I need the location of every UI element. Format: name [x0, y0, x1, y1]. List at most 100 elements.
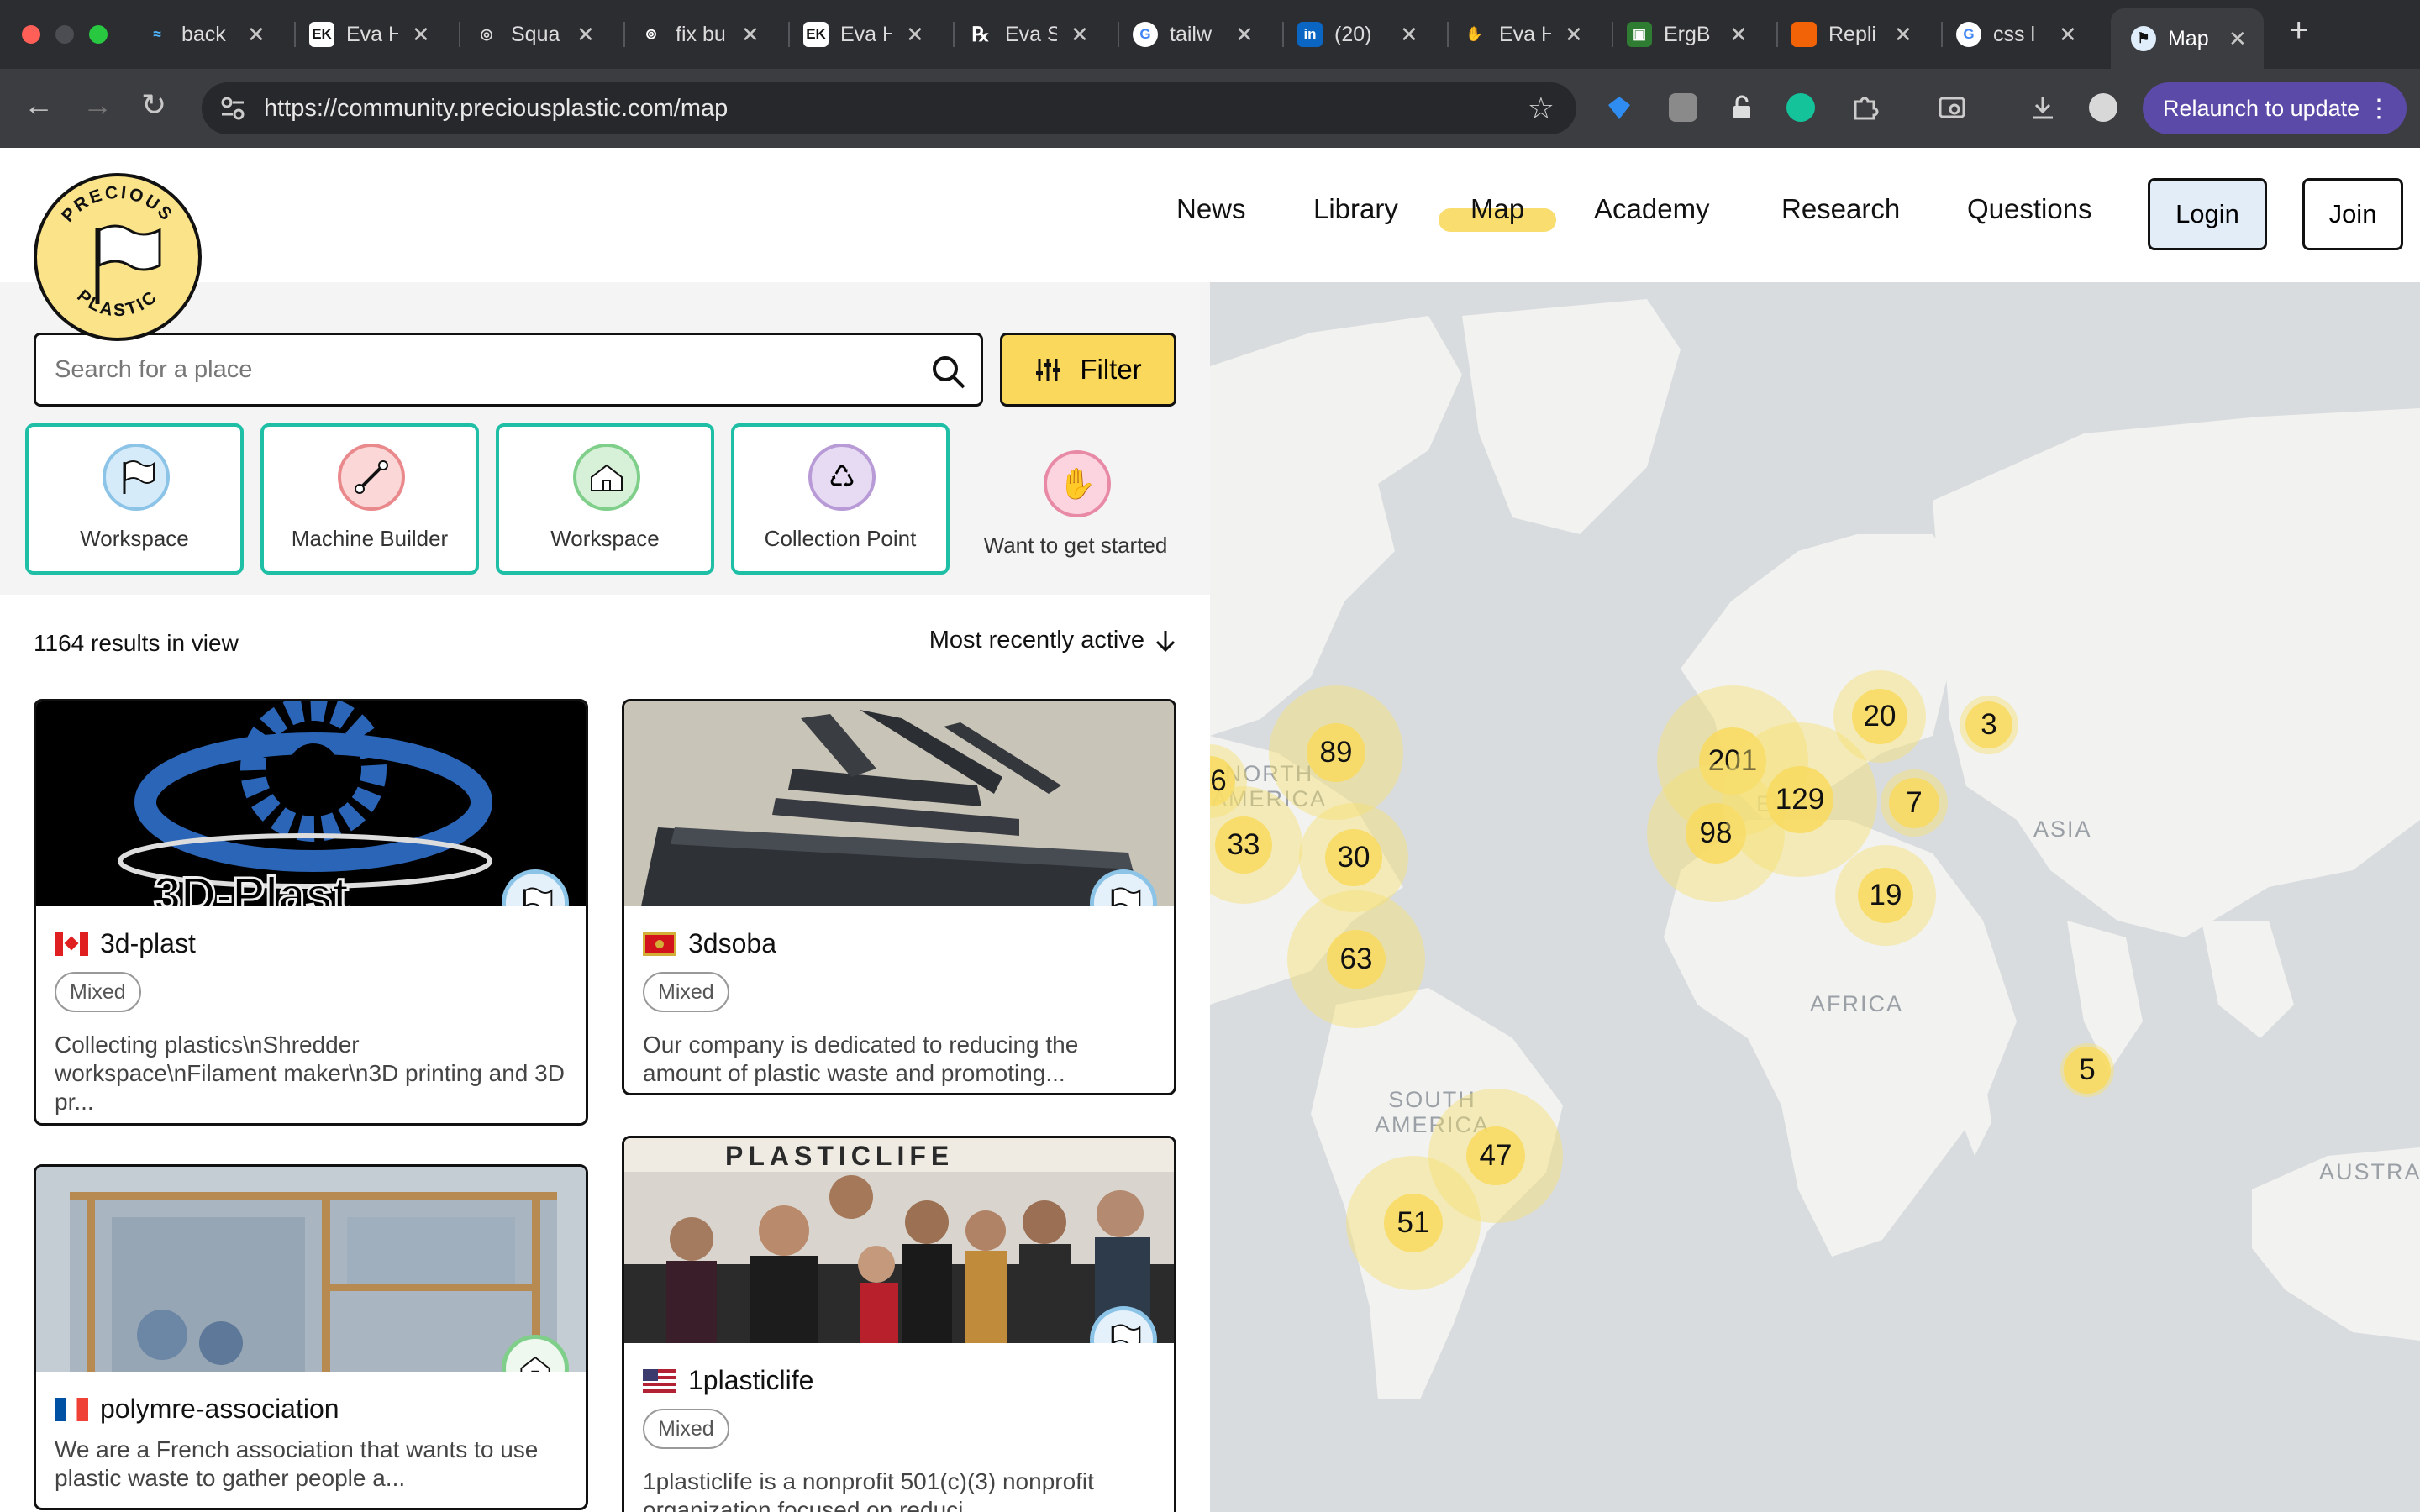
tab-title: (20): [1334, 22, 1372, 46]
extension-gem-icon[interactable]: [1605, 93, 1634, 122]
place-image: [624, 701, 1174, 906]
extension-icon[interactable]: [1669, 93, 1697, 122]
nav-map[interactable]: Map: [1470, 193, 1524, 225]
relaunch-to-update-button[interactable]: Relaunch to update ⋮: [2143, 82, 2407, 134]
extension-lock-icon[interactable]: [1728, 93, 1756, 122]
map-cluster[interactable]: 5: [2060, 1043, 2114, 1097]
browser-tab-active[interactable]: ⚑ Map ✕: [2111, 8, 2264, 69]
sort-dropdown[interactable]: Most recently active: [929, 627, 1178, 654]
close-tab-icon[interactable]: ✕: [2228, 26, 2247, 52]
close-tab-icon[interactable]: ✕: [1235, 22, 1254, 48]
login-button[interactable]: Login: [2148, 178, 2267, 250]
reload-icon[interactable]: ↻: [141, 87, 166, 123]
nav-library[interactable]: Library: [1313, 193, 1398, 225]
category-workspace-alt[interactable]: Workspace: [496, 423, 714, 575]
close-tab-icon[interactable]: ✕: [412, 22, 430, 48]
cluster-count: 89: [1319, 736, 1353, 769]
close-tab-icon[interactable]: ✕: [2059, 22, 2077, 48]
category-collection-point[interactable]: ♺ Collection Point: [731, 423, 950, 575]
search-input[interactable]: Search for a place: [34, 333, 983, 407]
place-card[interactable]: 3dsoba Mixed Our company is dedicated to…: [622, 699, 1176, 1095]
relaunch-label: Relaunch to update: [2163, 95, 2360, 121]
back-icon[interactable]: ←: [24, 87, 54, 123]
map-view[interactable]: NORTH AMERICA EUR ASIA AFRICA SOUTH AMER…: [1210, 282, 2420, 1512]
results-count: 1164 results in view: [34, 630, 239, 656]
place-card[interactable]: 3D-Plast 3d-plast Mixed Collecting plast…: [34, 699, 588, 1126]
map-cluster[interactable]: 51: [1346, 1156, 1481, 1290]
browser-tab[interactable]: ℞ Eva S ✕: [968, 8, 1089, 60]
browser-tab[interactable]: in (20) ✕: [1297, 8, 1418, 60]
map-cluster[interactable]: 20: [1833, 670, 1926, 763]
tab-title: Eva S: [1005, 22, 1057, 46]
close-tab-icon[interactable]: ✕: [1894, 22, 1912, 48]
filter-button[interactable]: Filter: [1000, 333, 1176, 407]
category-workspace[interactable]: Workspace: [25, 423, 244, 575]
category-want-to-get-started[interactable]: ✋ Want to get started: [966, 423, 1185, 575]
browser-tab[interactable]: G tailw ✕: [1133, 8, 1254, 60]
close-tab-icon[interactable]: ✕: [906, 22, 924, 48]
bookmark-star-icon[interactable]: ☆: [1528, 91, 1555, 126]
browser-tab[interactable]: ⊚ fix bu ✕: [639, 8, 760, 60]
cluster-count: 20: [1863, 700, 1897, 732]
browser-tab[interactable]: Repli ✕: [1791, 8, 1912, 60]
cluster-count: 129: [1775, 783, 1825, 816]
tab-favicon-icon: in: [1297, 22, 1323, 47]
browser-tab[interactable]: EK Eva H ✕: [803, 8, 924, 60]
more-vert-icon[interactable]: ⋮: [2366, 94, 2391, 123]
map-cluster[interactable]: 7: [1881, 769, 1948, 837]
nav-questions[interactable]: Questions: [1967, 193, 2092, 225]
nav-research[interactable]: Research: [1781, 193, 1900, 225]
close-tab-icon[interactable]: ✕: [247, 22, 266, 48]
profile-avatar[interactable]: [2089, 93, 2118, 122]
browser-tab-bar: ≈ back ✕ EK Eva H ✕ ◎ Squa ✕ ⊚ fix bu ✕ …: [0, 0, 2420, 69]
image-logo-text: 3D-Plast: [154, 868, 349, 906]
cluster-count: 5: [2079, 1053, 2096, 1086]
cluster-count: 30: [1337, 841, 1370, 874]
search-icon[interactable]: [929, 352, 969, 392]
category-machine-builder[interactable]: Machine Builder: [260, 423, 479, 575]
browser-tab[interactable]: ▣ ErgB ✕: [1627, 8, 1748, 60]
map-cluster[interactable]: 89: [1269, 685, 1403, 820]
close-tab-icon[interactable]: ✕: [1400, 22, 1418, 48]
close-tab-icon[interactable]: ✕: [741, 22, 760, 48]
browser-tab[interactable]: EK Eva H ✕: [309, 8, 430, 60]
browser-tab[interactable]: ◎ Squa ✕: [474, 8, 595, 60]
tab-title: Map: [2168, 26, 2209, 50]
tab-favicon-icon: [1791, 22, 1817, 47]
close-tab-icon[interactable]: ✕: [1071, 22, 1089, 48]
grammarly-icon[interactable]: [1786, 93, 1815, 122]
tab-title: Squa: [511, 22, 560, 46]
cluster-count: 19: [1869, 879, 1902, 911]
extensions-puzzle-icon[interactable]: [1850, 93, 1879, 122]
hand-icon: ✋: [1044, 450, 1111, 517]
place-card[interactable]: polymre-association We are a French asso…: [34, 1164, 588, 1510]
forward-icon[interactable]: →: [82, 87, 113, 123]
close-tab-icon[interactable]: ✕: [576, 22, 595, 48]
new-tab-button[interactable]: +: [2289, 12, 2308, 50]
tab-favicon-icon: ≈: [153, 26, 161, 42]
maximize-window-button[interactable]: [89, 25, 108, 44]
close-window-button[interactable]: [22, 25, 40, 44]
nav-academy[interactable]: Academy: [1594, 193, 1710, 225]
precious-plastic-logo[interactable]: PRECIOUS PLASTIC: [34, 173, 202, 341]
close-tab-icon[interactable]: ✕: [1729, 22, 1748, 48]
site-info-icon[interactable]: [218, 94, 247, 123]
browser-tab[interactable]: ≈ back ✕: [145, 8, 266, 60]
tab-search-icon[interactable]: [1938, 93, 1966, 122]
place-title: polymre-association: [55, 1394, 339, 1425]
map-cluster[interactable]: 19: [1835, 845, 1936, 946]
cluster-count: 7: [1906, 786, 1923, 819]
tab-favicon-icon: ⚑: [2131, 26, 2156, 51]
nav-news[interactable]: News: [1176, 193, 1246, 225]
category-label: Workspace: [80, 526, 189, 551]
download-icon[interactable]: [2028, 93, 2057, 122]
close-tab-icon[interactable]: ✕: [1565, 22, 1583, 48]
browser-tab[interactable]: ✋ Eva H ✕: [1462, 8, 1583, 60]
address-bar[interactable]: https://community.preciousplastic.com/ma…: [202, 82, 1576, 134]
join-button[interactable]: Join: [2302, 178, 2403, 250]
place-card[interactable]: PLASTICLIFE 1plasticlife Mixed 1plasticl…: [622, 1136, 1176, 1512]
map-cluster[interactable]: 3: [1960, 696, 2018, 754]
minimize-window-button[interactable]: [55, 25, 74, 44]
browser-tab[interactable]: G css l ✕: [1956, 8, 2077, 60]
map-cluster[interactable]: 63: [1287, 890, 1425, 1028]
